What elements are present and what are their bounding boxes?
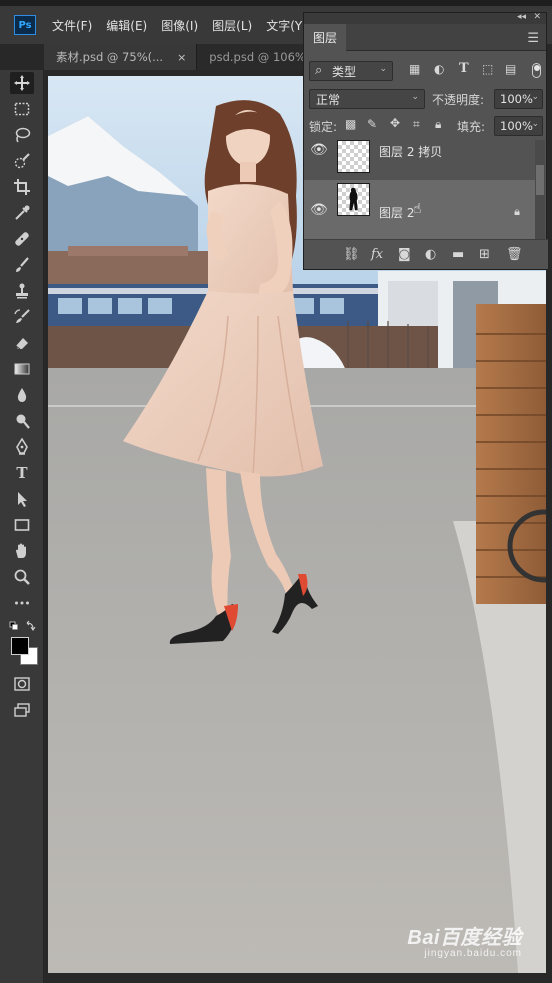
foreground-color-swatch-overlay[interactable] <box>11 637 29 655</box>
eyedropper-icon[interactable] <box>10 202 34 224</box>
filter-toggle[interactable] <box>532 63 541 78</box>
crop-icon[interactable] <box>10 176 34 198</box>
layers-panel: ◂◂ ✕ 图层 ☰ ⌕ 类型 ⌄ ▦ ◐ T ⬚ ▤ 正常 ⌄ 不透明度: 10… <box>303 12 548 270</box>
layer-filter-row: ⌕ 类型 ⌄ ▦ ◐ T ⬚ ▤ <box>304 59 548 83</box>
adjustment-filter-icon[interactable]: ◐ <box>434 62 444 76</box>
blur-icon[interactable] <box>10 384 34 406</box>
layer-thumbnail <box>337 183 370 216</box>
rectangle-icon[interactable] <box>10 514 34 536</box>
filter-kind-select[interactable]: ⌕ 类型 ⌄ <box>309 61 393 81</box>
layer-name: 图层 2 <box>379 206 415 220</box>
eye-icon[interactable]: 👁︎ <box>310 142 328 158</box>
image-filter-icon[interactable]: ▦ <box>409 62 420 76</box>
layers-scrollbar[interactable] <box>535 140 545 240</box>
layers-panel-footer: ⛓︎ fx ◙ ◐ ▬ ⊞ 🗑︎ <box>304 239 548 269</box>
adjustment-layer-icon[interactable]: ◐ <box>425 247 436 262</box>
fill-label: 填充: <box>457 120 486 134</box>
opacity-value: 100% <box>500 92 533 106</box>
swap-colors-area <box>9 619 37 633</box>
layer-lock-icon: 🔒︎ <box>514 205 520 218</box>
tab-title: 素材.psd @ 75%(... <box>56 50 164 64</box>
new-layer-icon[interactable]: ⊞ <box>479 247 490 262</box>
document-tab-bar: 素材.psd @ 75%(... × psd.psd @ 106% (... <box>44 44 336 70</box>
close-panel-icon[interactable]: ✕ <box>533 12 541 22</box>
blend-mode-select[interactable]: 正常 ⌄ <box>309 89 425 109</box>
tools-panel: T <box>0 70 44 983</box>
screen-mode-icon[interactable] <box>10 699 34 721</box>
lock-position-icon[interactable]: ✥ <box>390 116 400 130</box>
layer-row-copy[interactable]: 👁︎ 图层 2 拷贝 <box>304 140 536 177</box>
lock-paint-icon[interactable]: ✎ <box>367 117 377 131</box>
lasso-icon[interactable] <box>10 124 34 146</box>
history-brush-icon[interactable] <box>10 306 34 328</box>
watermark-brand: Bai百度经验 <box>407 927 522 949</box>
menu-edit[interactable]: 编辑(E) <box>106 17 147 34</box>
lock-fill-row: 锁定: ▩ ✎ ✥ ⌗ 🔒︎ 填充: 100% ⌄ <box>304 114 548 138</box>
brush-icon[interactable] <box>10 254 34 276</box>
chevron-down-icon: ⌄ <box>411 92 419 102</box>
layers-list: 👁︎ 图层 2 拷贝 👁︎ 图层 2 ☝︎ 🔒︎ <box>304 140 536 240</box>
fill-field[interactable]: 100% ⌄ <box>494 116 543 136</box>
filter-kind-value: 类型 <box>332 64 357 79</box>
tab-sucai-psd[interactable]: 素材.psd @ 75%(... × <box>44 44 198 70</box>
blend-mode-value: 正常 <box>316 92 341 107</box>
blend-opacity-row: 正常 ⌄ 不透明度: 100% ⌄ <box>304 87 548 111</box>
menu-type[interactable]: 文字(Y) <box>266 17 307 34</box>
baidu-watermark: Bai百度经验 jingyan.baidu.com <box>407 921 522 959</box>
collapse-panel-icon[interactable]: ◂◂ <box>517 12 526 22</box>
lock-transparent-icon[interactable]: ▩ <box>345 117 356 131</box>
scrollbar-thumb[interactable] <box>536 165 544 195</box>
marquee-icon[interactable] <box>10 98 34 120</box>
chevron-down-icon: ⌄ <box>531 92 539 102</box>
menu-layer[interactable]: 图层(L) <box>212 17 252 34</box>
tab-layers[interactable]: 图层 <box>304 24 347 51</box>
add-mask-icon[interactable]: ◙ <box>398 247 411 262</box>
menu-image[interactable]: 图像(I) <box>161 17 198 34</box>
fx-icon[interactable]: fx <box>371 247 383 262</box>
panel-tab-bar: 图层 ☰ <box>304 24 546 51</box>
eye-icon[interactable]: 👁︎ <box>310 202 328 218</box>
smart-object-filter-icon[interactable]: ▤ <box>505 62 516 76</box>
hand-cursor-icon: ☝︎ <box>413 201 422 217</box>
photoshop-logo: Ps <box>14 15 36 35</box>
layer-row-selected[interactable]: 👁︎ 图层 2 ☝︎ 🔒︎ <box>304 180 536 240</box>
more-icon[interactable] <box>10 592 34 614</box>
shape-filter-icon[interactable]: ⬚ <box>482 62 493 76</box>
search-icon: ⌕ <box>315 63 323 78</box>
dodge-icon[interactable] <box>10 410 34 432</box>
opacity-label: 不透明度: <box>432 93 485 107</box>
layer-name: 图层 2 拷贝 <box>379 145 443 159</box>
move-icon[interactable] <box>10 72 34 94</box>
lock-label: 锁定: <box>309 120 338 134</box>
quick-mask-icon[interactable] <box>10 673 34 695</box>
folder-icon[interactable]: ▬ <box>452 247 464 262</box>
zoom-icon[interactable] <box>10 566 34 588</box>
watermark-site: jingyan.baidu.com <box>424 948 522 959</box>
pen-icon[interactable] <box>10 436 34 458</box>
quick-select-icon[interactable] <box>10 150 34 172</box>
path-select-icon[interactable] <box>10 488 34 510</box>
link-layers-icon[interactable]: ⛓︎ <box>343 247 360 262</box>
eraser-icon[interactable] <box>10 332 34 354</box>
trash-icon[interactable]: 🗑︎ <box>506 247 523 262</box>
hand-icon[interactable] <box>10 540 34 562</box>
menu-file[interactable]: 文件(F) <box>52 17 92 34</box>
panel-menu-icon[interactable]: ☰ <box>527 31 539 46</box>
layer-thumbnail <box>337 140 370 173</box>
panel-title-bar: ◂◂ ✕ <box>304 12 546 24</box>
type-filter-icon[interactable]: T <box>459 61 469 76</box>
healing-icon[interactable] <box>10 228 34 250</box>
opacity-field[interactable]: 100% ⌄ <box>494 89 543 109</box>
photoshop-window: Ps 文件(F) 编辑(E) 图像(I) 图层(L) 文字(Y) 素材.psd … <box>0 0 552 983</box>
fill-value: 100% <box>500 119 533 133</box>
close-tab-icon[interactable]: × <box>177 51 186 64</box>
lock-artboard-icon[interactable]: ⌗ <box>413 117 420 132</box>
gradient-icon[interactable] <box>10 358 34 380</box>
stamp-icon[interactable] <box>10 280 34 302</box>
lock-all-icon[interactable]: 🔒︎ <box>435 117 441 132</box>
chevron-down-icon: ⌄ <box>379 64 387 74</box>
chevron-down-icon: ⌄ <box>531 119 539 129</box>
type-icon[interactable]: T <box>10 462 34 484</box>
